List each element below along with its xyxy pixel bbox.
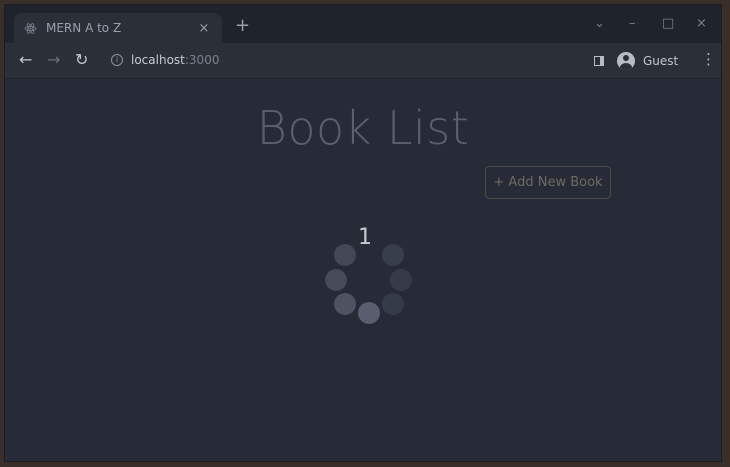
url-port: :3000 <box>184 53 220 67</box>
tab-close-icon[interactable]: × <box>196 21 212 36</box>
loading-spinner-icon <box>325 244 412 324</box>
maximize-button[interactable]: □ <box>662 16 674 31</box>
page-title: Book List <box>256 101 470 155</box>
kebab-menu-icon[interactable]: ⋮ <box>701 52 716 67</box>
browser-toolbar: ← → ↻ i localhost:3000 Guest ⋮ <box>5 43 721 79</box>
minimize-button[interactable]: – <box>629 16 636 31</box>
browser-window: MERN A to Z × + ⌄ – □ × ← → ↻ i localhos… <box>4 4 722 462</box>
side-panel-icon[interactable] <box>594 56 604 66</box>
tab-title: MERN A to Z <box>46 21 122 35</box>
browser-tab[interactable]: MERN A to Z × <box>14 13 222 43</box>
url-host: localhost <box>131 53 185 67</box>
tab-bar: MERN A to Z × + ⌄ – □ × <box>5 5 721 43</box>
new-tab-button[interactable]: + <box>235 17 250 35</box>
back-button[interactable]: ← <box>19 51 32 69</box>
reload-button[interactable]: ↻ <box>75 51 88 69</box>
page-viewport: Book List + Add New Book 1 <box>5 79 721 461</box>
close-window-button[interactable]: × <box>696 16 707 31</box>
tab-search-chevron-icon[interactable]: ⌄ <box>594 16 605 31</box>
forward-button[interactable]: → <box>47 51 60 69</box>
profile-label[interactable]: Guest <box>643 54 678 68</box>
react-favicon-icon <box>24 22 37 35</box>
profile-icon[interactable] <box>617 52 635 70</box>
site-info-icon[interactable]: i <box>111 54 123 66</box>
add-new-book-button[interactable]: + Add New Book <box>485 166 611 199</box>
address-bar[interactable]: localhost:3000 <box>131 53 219 67</box>
